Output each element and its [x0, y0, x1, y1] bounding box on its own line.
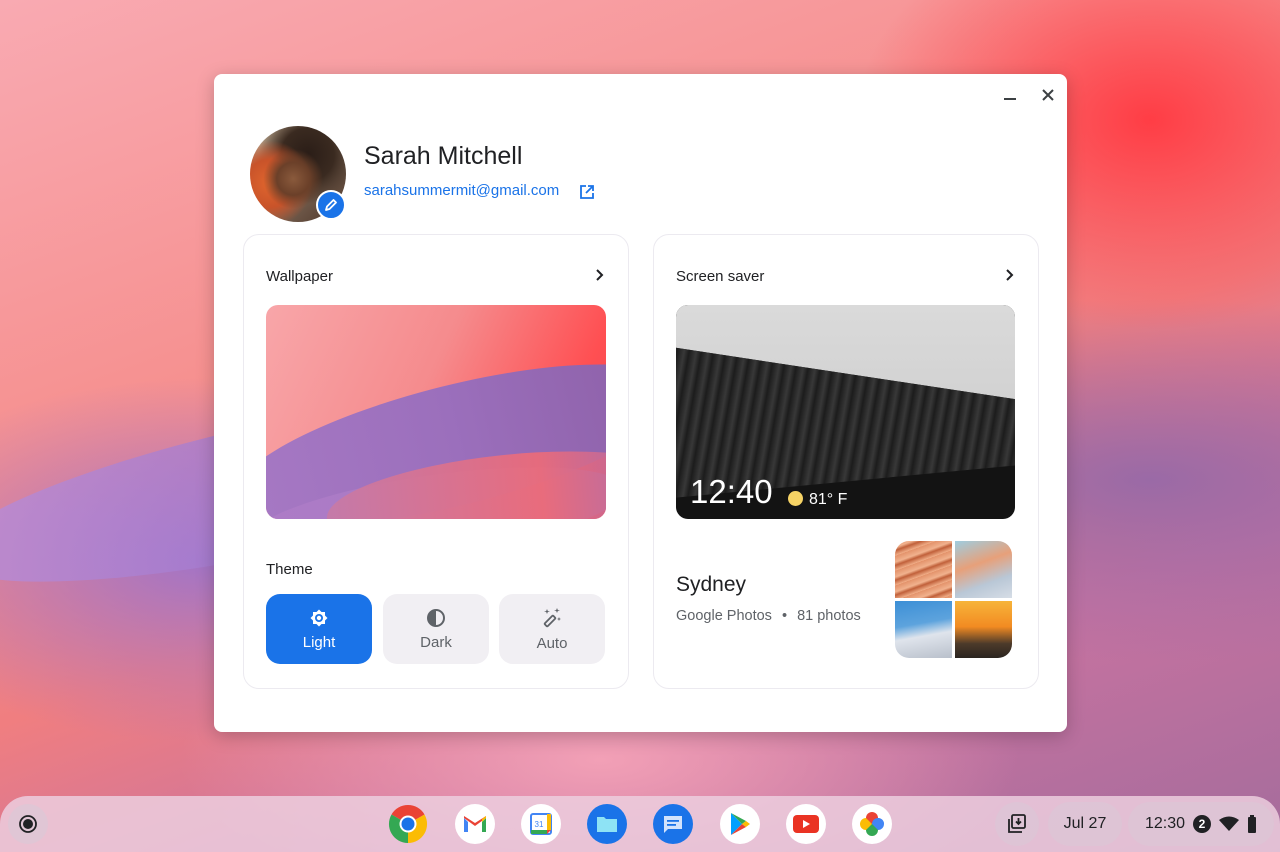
holding-space-button[interactable]	[995, 802, 1039, 846]
shelf-app-photos[interactable]	[852, 804, 892, 844]
sun-icon	[788, 491, 803, 506]
wifi-icon	[1219, 816, 1240, 831]
wallpaper-title: Wallpaper	[266, 268, 333, 285]
pencil-icon	[325, 199, 337, 211]
close-button[interactable]	[1035, 82, 1061, 108]
date-label: Jul 27	[1063, 815, 1107, 832]
play-store-icon	[731, 813, 750, 835]
wallpaper-open-button[interactable]	[592, 267, 608, 283]
battery-icon	[1248, 815, 1257, 833]
minimize-icon	[1004, 98, 1016, 100]
clock-label: 12:30	[1144, 815, 1186, 832]
shelf-app-chrome[interactable]	[388, 804, 428, 844]
chevron-right-icon	[596, 269, 604, 281]
shelf-app-calendar[interactable]: 31	[521, 804, 561, 844]
shelf: 31 Jul 27 12:30 2	[0, 796, 1280, 852]
album-name: Sydney	[676, 573, 747, 596]
chrome-icon	[388, 804, 428, 844]
album-count: 81 photos	[797, 608, 861, 624]
calendar-icon: 31	[530, 813, 552, 835]
minimize-button[interactable]	[997, 82, 1023, 108]
theme-dark-button[interactable]: Dark	[383, 594, 489, 664]
edit-avatar-button[interactable]	[316, 190, 346, 220]
album-photo	[955, 601, 1012, 658]
date-tray-button[interactable]: Jul 27	[1048, 802, 1122, 846]
chevron-right-icon	[1006, 269, 1014, 281]
magic-wand-icon	[543, 607, 561, 627]
holding-space-icon	[1008, 814, 1026, 833]
theme-auto-label: Auto	[536, 634, 568, 652]
shelf-app-gmail[interactable]	[455, 804, 495, 844]
photos-icon	[860, 812, 884, 836]
launcher-icon	[19, 815, 37, 833]
brightness-icon	[310, 609, 328, 626]
wallpaper-card: Wallpaper Theme Light Dark Auto	[243, 234, 629, 689]
theme-light-button[interactable]: Light	[266, 594, 372, 664]
messages-icon	[664, 816, 682, 833]
contrast-icon	[427, 608, 445, 627]
album-photo	[955, 541, 1012, 598]
launcher-button[interactable]	[8, 804, 48, 844]
user-name: Sarah Mitchell	[364, 142, 523, 170]
personalization-window: Sarah Mitchell sarahsummermit@gmail.com …	[214, 74, 1067, 732]
notification-count-badge: 2	[1193, 815, 1212, 833]
album-meta: Google Photos • 81 photos	[676, 608, 861, 624]
wallpaper-preview[interactable]	[266, 305, 606, 519]
screensaver-time: 12:40	[690, 473, 773, 510]
screensaver-open-button[interactable]	[1002, 267, 1018, 283]
album-separator: •	[781, 608, 788, 624]
album-source: Google Photos	[676, 608, 772, 624]
screensaver-card: Screen saver 12:40 81° F Sydney Google P…	[653, 234, 1039, 689]
theme-light-label: Light	[302, 633, 336, 651]
gmail-icon	[464, 816, 486, 832]
shelf-app-play-store[interactable]	[720, 804, 760, 844]
screensaver-temperature: 81° F	[809, 491, 848, 508]
shelf-app-messages[interactable]	[653, 804, 693, 844]
open-account-button[interactable]	[578, 183, 596, 201]
calendar-day: 31	[535, 820, 544, 829]
youtube-icon	[793, 815, 819, 833]
theme-dark-label: Dark	[420, 633, 452, 651]
close-icon	[1042, 89, 1054, 101]
status-area-button[interactable]: 12:30 2	[1128, 802, 1274, 846]
shelf-app-files[interactable]	[587, 804, 627, 844]
open-in-new-icon	[580, 185, 594, 199]
album-thumbnail-grid[interactable]	[895, 541, 1012, 658]
screensaver-title: Screen saver	[676, 268, 765, 285]
album-photo	[895, 601, 952, 658]
screensaver-preview[interactable]: 12:40 81° F	[676, 305, 1015, 519]
theme-label: Theme	[266, 561, 313, 578]
shelf-app-youtube[interactable]	[786, 804, 826, 844]
user-email-link[interactable]: sarahsummermit@gmail.com	[364, 182, 559, 199]
files-icon	[597, 817, 617, 832]
theme-auto-button[interactable]: Auto	[499, 594, 605, 664]
album-photo	[895, 541, 952, 598]
